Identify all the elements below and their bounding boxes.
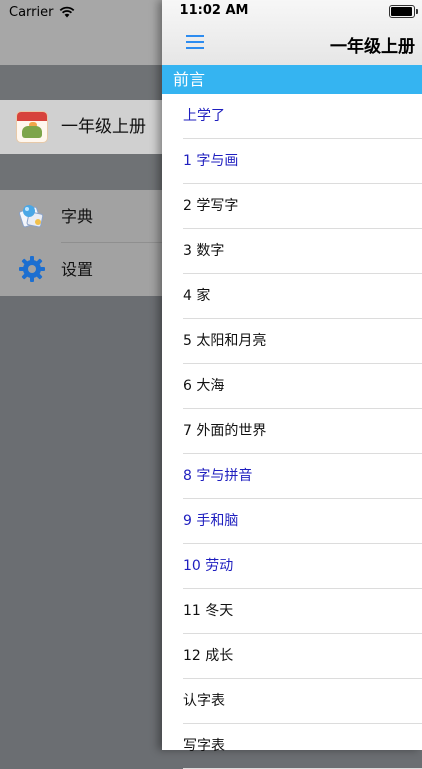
lesson-item[interactable]: 5 太阳和月亮 [162, 319, 422, 364]
lesson-item-label: 上学了 [183, 108, 225, 124]
lesson-item[interactable]: 12 成长 [162, 634, 422, 679]
section-title: 前言 [173, 70, 206, 89]
lesson-item[interactable]: 6 大海 [162, 364, 422, 409]
textbook-cover-icon [16, 111, 48, 143]
lesson-item[interactable]: 11 冬天 [162, 589, 422, 634]
navigation-bar: 11:02 AM 一年级上册 [162, 0, 422, 65]
lesson-item[interactable]: 7 外面的世界 [162, 409, 422, 454]
lesson-item-label: 5 太阳和月亮 [183, 333, 267, 349]
lesson-item-label: 6 大海 [183, 378, 225, 394]
hamburger-menu-icon[interactable] [186, 35, 204, 49]
lesson-item-label: 2 学写字 [183, 198, 239, 214]
lesson-item-label: 1 字与画 [183, 153, 239, 169]
lesson-item-label: 12 成长 [183, 648, 234, 664]
lesson-item-label: 7 外面的世界 [183, 423, 267, 439]
gear-icon [19, 256, 45, 282]
carrier-label: Carrier [9, 4, 54, 20]
lesson-item-label: 4 家 [183, 288, 211, 304]
lesson-item[interactable]: 认字表 [162, 679, 422, 724]
book-label: 一年级上册 [61, 117, 146, 137]
status-bar-left: Carrier [9, 3, 75, 21]
section-header: 前言 [162, 65, 422, 94]
lesson-item[interactable]: 上学了 [162, 94, 422, 139]
lesson-item-label: 10 劳动 [183, 558, 234, 574]
lesson-list: 上学了 1 字与画 2 学写字 3 数字 4 家 5 太阳和月亮 6 大海 7 外面的世界 8 … [162, 94, 422, 769]
lesson-panel: 11:02 AM 一年级上册 前言 上学了 1 字与画 2 学写字 3 数字 4 家 5 … [162, 0, 422, 769]
lesson-item-label: 9 手和脑 [183, 513, 239, 529]
lesson-item-label: 3 数字 [183, 243, 225, 259]
lesson-item[interactable]: 4 家 [162, 274, 422, 319]
battery-icon [389, 5, 418, 18]
lesson-item-label: 11 冬天 [183, 603, 234, 619]
lesson-item-label: 写字表 [183, 738, 225, 754]
lesson-item[interactable]: 1 字与画 [162, 139, 422, 184]
lesson-item[interactable]: 8 字与拼音 [162, 454, 422, 499]
lesson-item[interactable]: 9 手和脑 [162, 499, 422, 544]
page-title: 一年级上册 [330, 37, 415, 57]
lesson-item[interactable]: 10 劳动 [162, 544, 422, 589]
side-menu-item-label: 设置 [61, 260, 94, 279]
lesson-item[interactable]: 写字表 [162, 724, 422, 769]
lesson-item-label: 认字表 [183, 693, 225, 709]
wifi-icon [60, 6, 75, 18]
dictionary-icon [18, 205, 44, 228]
lesson-item[interactable]: 2 学写字 [162, 184, 422, 229]
side-menu-item-label: 字典 [61, 207, 94, 226]
status-time: 11:02 AM [179, 3, 249, 18]
lesson-item-label: 8 字与拼音 [183, 468, 253, 484]
lesson-item[interactable]: 3 数字 [162, 229, 422, 274]
